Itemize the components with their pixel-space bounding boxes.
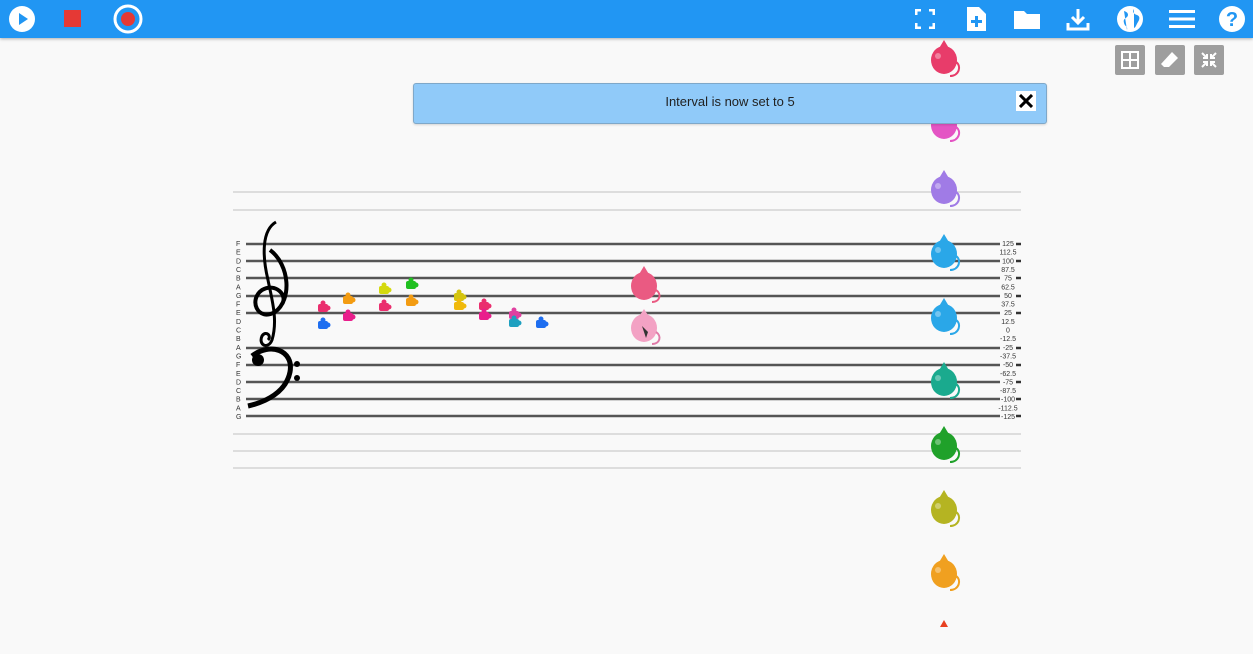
- note-letter-label: E: [236, 371, 241, 378]
- scale-label: 75: [1004, 276, 1012, 283]
- note-letter-label: B: [236, 336, 241, 343]
- note-letter-label: D: [236, 319, 241, 326]
- note-block[interactable]: [318, 317, 331, 330]
- note-letter-label: C: [236, 328, 241, 335]
- ledger-lines: [233, 191, 1021, 469]
- treble-clef-icon: [253, 220, 289, 347]
- note-letter-label: G: [236, 353, 241, 360]
- note-block[interactable]: [379, 299, 392, 312]
- mouse-pitch-icon[interactable]: [927, 360, 961, 400]
- note-block[interactable]: [479, 298, 492, 311]
- notification-toast: Interval is now set to 5: [413, 83, 1047, 124]
- scale-label: -125: [1001, 414, 1015, 421]
- note-block[interactable]: [318, 300, 331, 313]
- scale-labels: 125 112.5100 87.5 7562.5 50 37.525 12.5 0-12.5 -…: [998, 241, 1017, 421]
- scale-label: -75: [1003, 379, 1013, 386]
- note-letter-label: C: [236, 267, 241, 274]
- scale-label: -50: [1003, 362, 1013, 369]
- scale-label: 37.5: [1001, 302, 1015, 309]
- scale-label: 100: [1002, 258, 1014, 265]
- note-block[interactable]: [343, 309, 356, 322]
- note-letter-label: A: [236, 284, 241, 291]
- scale-label: -87.5: [1000, 388, 1016, 395]
- toast-message: Interval is now set to 5: [665, 94, 795, 109]
- mouse-pitch-icon[interactable]: [927, 38, 961, 78]
- bass-clef-icon: [247, 346, 300, 409]
- note-letter-label: A: [236, 405, 241, 412]
- scale-label: 87.5: [1001, 267, 1015, 274]
- scale-label: 0: [1006, 328, 1010, 335]
- note-letter-label: B: [236, 397, 241, 404]
- notes: [318, 277, 549, 330]
- note-letter-label: F: [236, 241, 240, 248]
- note-block[interactable]: [379, 282, 392, 295]
- scale-label: -37.5: [1000, 353, 1016, 360]
- note-letter-label: E: [236, 250, 241, 257]
- scale-label: -62.5: [1000, 371, 1016, 378]
- note-letter-label: D: [236, 379, 241, 386]
- scale-label: -25: [1003, 345, 1013, 352]
- scale-label: 50: [1004, 293, 1012, 300]
- mouse-pitch-icon[interactable]: [927, 424, 961, 464]
- close-toast-button[interactable]: [1016, 91, 1036, 111]
- scale-label: 12.5: [1001, 319, 1015, 326]
- scale-label: 112.5: [1000, 250, 1017, 257]
- mouse-pitch-icon[interactable]: [927, 488, 961, 528]
- scale-label: 62.5: [1001, 284, 1015, 291]
- note-block[interactable]: [479, 308, 492, 321]
- note-letter-label: G: [236, 293, 241, 300]
- note-letter-label: F: [236, 302, 240, 309]
- note-block[interactable]: [343, 292, 356, 305]
- scale-label: 125: [1002, 241, 1014, 248]
- mouse-pitch-icon[interactable]: [927, 296, 961, 336]
- note-letter-label: F: [236, 362, 240, 369]
- mouse-pitch-icon[interactable]: [927, 614, 961, 654]
- note-letter-label: A: [236, 345, 241, 352]
- scale-label: -100: [1001, 397, 1015, 404]
- note-letter-label: D: [236, 258, 241, 265]
- mouse-pitch-icon[interactable]: [927, 168, 961, 208]
- note-block[interactable]: [536, 316, 549, 329]
- note-letter-label: C: [236, 388, 241, 395]
- mouse-pitch-icon[interactable]: [927, 232, 961, 272]
- note-letter-label: G: [236, 414, 241, 421]
- note-letters: FEDCBAGFEDCBAGFEDCBAG: [236, 241, 241, 421]
- scale-label: -12.5: [1000, 336, 1016, 343]
- note-letter-label: E: [236, 310, 241, 317]
- scale-label: -112.5: [998, 405, 1017, 412]
- scale-label: 25: [1004, 310, 1012, 317]
- close-icon: [1019, 94, 1033, 108]
- mouse-pitch-icon[interactable]: [927, 552, 961, 592]
- note-letter-label: B: [236, 276, 241, 283]
